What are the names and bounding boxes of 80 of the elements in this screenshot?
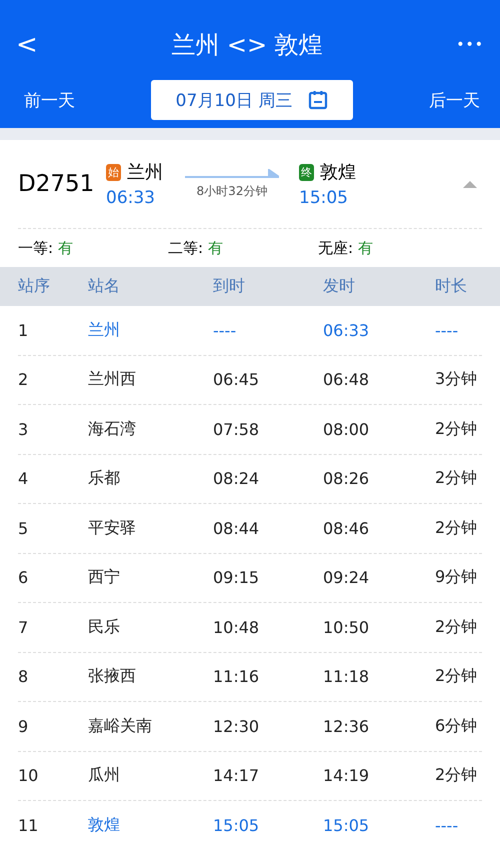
table-cell-text: 08:44 — [213, 518, 260, 538]
table-cell-text: 平安驿 — [88, 518, 137, 539]
table-cell-text: ---- — [213, 320, 238, 340]
table-cell-text: 兰州 — [88, 320, 121, 341]
table-cell-text: 5 — [18, 518, 30, 538]
column-header: 时长 — [435, 276, 468, 297]
table-cell-text: 2分钟 — [435, 468, 478, 490]
table-cell-text: 08:46 — [323, 518, 370, 538]
table-cell-text: 嘉峪关南 — [88, 716, 153, 737]
table-cell-text: 12:30 — [213, 716, 260, 736]
table-cell-text: 07:58 — [213, 420, 260, 439]
train-number: D2751 — [18, 171, 96, 197]
table-cell-text: 2分钟 — [435, 418, 478, 440]
table-cell-text: 08:24 — [213, 469, 260, 488]
table-cell-text: 15:05 — [323, 816, 370, 835]
arrow-icon — [185, 168, 279, 178]
table-cell-text: 9分钟 — [435, 567, 478, 588]
table-cell-text: 12:36 — [323, 716, 370, 736]
table-cell-text: 西宁 — [88, 567, 121, 588]
table-cell-text: 3分钟 — [435, 369, 478, 390]
table-cell-text: 7 — [18, 618, 30, 637]
table-cell-text: 08:26 — [323, 469, 370, 488]
table-cell-text: 08:00 — [323, 420, 370, 439]
table-cell-text: 6分钟 — [435, 716, 478, 737]
seat-availability: 无座: 有 — [318, 238, 374, 258]
table-cell-text: 2分钟 — [435, 518, 478, 539]
table-cell-text: 3 — [18, 420, 30, 439]
table-cell-text: 乐都 — [88, 468, 121, 490]
table-cell-text: 2 — [18, 370, 30, 390]
table-cell-text: 海石湾 — [88, 418, 137, 440]
caret-icon[interactable] — [462, 180, 478, 188]
date-picker[interactable]: 07月10日 周三 — [151, 80, 353, 120]
table-cell-text: 10 — [18, 766, 40, 786]
table-cell-text: 1 — [18, 320, 30, 340]
table-cell-text: ---- — [435, 320, 460, 340]
column-header: 站名 — [88, 276, 121, 297]
previous-day-button[interactable]: 前一天 — [24, 88, 75, 112]
back-button[interactable]: < — [16, 30, 38, 60]
page-title: 兰州 <> 敦煌 — [171, 30, 323, 61]
column-header: 到时 — [213, 276, 246, 297]
table-cell-text: 民乐 — [88, 616, 121, 638]
table-cell-text: 11 — [18, 816, 40, 835]
table-cell-text: 15:05 — [213, 816, 260, 835]
more-button[interactable]: ••• — [456, 37, 484, 53]
column-header: 站序 — [18, 276, 51, 297]
table-cell-text: 兰州西 — [88, 369, 137, 390]
table-cell-text: 11:16 — [213, 667, 260, 686]
table-cell-text: 11:18 — [323, 667, 370, 686]
column-header: 发时 — [323, 276, 356, 297]
table-cell-text: 敦煌 — [88, 814, 121, 836]
table-cell-text: 10:50 — [323, 618, 370, 637]
table-cell-text: 06:48 — [323, 370, 370, 390]
table-cell-text: 09:15 — [213, 568, 260, 588]
table-cell-text: 2分钟 — [435, 666, 478, 688]
table-cell-text: 06:33 — [323, 320, 370, 340]
table-cell-text: 06:45 — [213, 370, 260, 390]
table-cell-text: 14:17 — [213, 766, 260, 786]
seat-availability: 二等: 有 — [168, 238, 224, 258]
arrival-time: 15:05 — [299, 188, 349, 208]
seat-availability: 一等: 有 — [18, 238, 74, 258]
station-name: 兰州 — [127, 161, 163, 184]
table-cell-text: 14:19 — [323, 766, 370, 786]
table-cell-text: ---- — [435, 816, 460, 835]
station-name: 敦煌 — [320, 161, 356, 184]
table-cell-text: 09:24 — [323, 568, 370, 588]
table-cell-text: 8 — [18, 667, 30, 686]
duration: 8小时32分钟 — [196, 182, 268, 200]
departure-time: 06:33 — [106, 188, 156, 208]
table-cell-text: 4 — [18, 469, 30, 488]
table-cell-text: 瓜州 — [88, 765, 121, 786]
table-cell-text: 6 — [18, 568, 30, 588]
table-cell-text: 2分钟 — [435, 616, 478, 638]
table-cell-text: 张掖西 — [88, 666, 137, 688]
table-cell-text: 10:48 — [213, 618, 260, 637]
calendar-icon — [308, 90, 328, 110]
table-cell-text: 9 — [18, 716, 30, 736]
table-cell-text: 2分钟 — [435, 765, 478, 786]
start-badge: 始 — [106, 164, 121, 180]
next-day-button[interactable]: 后一天 — [429, 88, 480, 112]
end-badge: 终 — [299, 164, 314, 180]
